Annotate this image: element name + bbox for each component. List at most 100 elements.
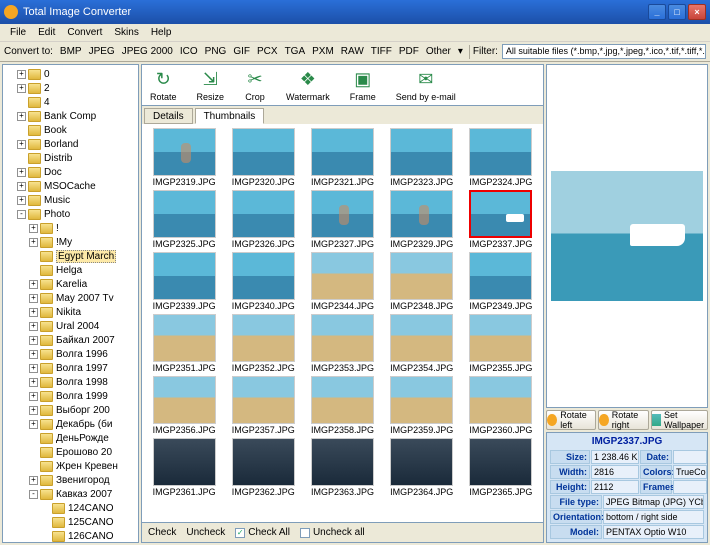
tree-item[interactable]: Helga xyxy=(3,263,138,277)
rotate-tool[interactable]: ↻Rotate xyxy=(150,68,177,102)
expand-icon[interactable]: + xyxy=(29,224,38,233)
tree-item[interactable]: +Borland xyxy=(3,137,138,151)
tree-item[interactable]: -Кавказ 2007 xyxy=(3,487,138,501)
thumbnail[interactable]: IMGP2324.JPG xyxy=(463,128,539,187)
expand-icon[interactable]: + xyxy=(29,378,38,387)
expand-icon[interactable]: + xyxy=(17,112,26,121)
tree-item[interactable]: +Nikita xyxy=(3,305,138,319)
menu-skins[interactable]: Skins xyxy=(108,25,144,40)
menu-edit[interactable]: Edit xyxy=(32,25,61,40)
thumbnail[interactable]: IMGP2319.JPG xyxy=(146,128,222,187)
expand-icon[interactable]: + xyxy=(29,308,38,317)
thumbnail[interactable]: IMGP2337.JPG xyxy=(463,190,539,249)
thumbnail[interactable]: IMGP2351.JPG xyxy=(146,314,222,373)
format-pcx[interactable]: PCX xyxy=(254,44,281,59)
expand-icon[interactable]: + xyxy=(17,168,26,177)
tree-item[interactable]: Жрен Кревен xyxy=(3,459,138,473)
format-ico[interactable]: ICO xyxy=(177,44,201,59)
tree-item[interactable]: +Волга 1997 xyxy=(3,361,138,375)
crop-tool[interactable]: ✂Crop xyxy=(244,68,266,102)
thumbnail[interactable]: IMGP2344.JPG xyxy=(304,252,380,311)
wallpaper-button[interactable]: Set Wallpaper xyxy=(651,410,708,430)
expand-icon[interactable]: + xyxy=(29,280,38,289)
tree-item[interactable]: 124CANO xyxy=(3,501,138,515)
menu-help[interactable]: Help xyxy=(145,25,178,40)
thumbnail[interactable]: IMGP2362.JPG xyxy=(225,438,301,497)
format-pdf[interactable]: PDF xyxy=(396,44,422,59)
expand-icon[interactable]: - xyxy=(29,490,38,499)
format-pxm[interactable]: PXM xyxy=(309,44,337,59)
tree-item[interactable]: +MSOCache xyxy=(3,179,138,193)
folder-tree[interactable]: +0+24+Bank CompBook+BorlandDistrib+Doc+M… xyxy=(2,64,139,543)
checkall-button[interactable]: ✓Check All xyxy=(235,527,290,538)
thumbnail[interactable]: IMGP2326.JPG xyxy=(225,190,301,249)
expand-icon[interactable]: + xyxy=(29,420,38,429)
expand-icon[interactable]: + xyxy=(29,350,38,359)
expand-icon[interactable]: + xyxy=(29,392,38,401)
tree-item[interactable]: +Байкал 2007 xyxy=(3,333,138,347)
format-tiff[interactable]: TIFF xyxy=(368,44,395,59)
thumbnail[interactable]: IMGP2329.JPG xyxy=(384,190,460,249)
tree-item[interactable]: +!My xyxy=(3,235,138,249)
tab-details[interactable]: Details xyxy=(144,108,193,124)
tree-item[interactable]: +Волга 1996 xyxy=(3,347,138,361)
tree-item[interactable]: +! xyxy=(3,221,138,235)
expand-icon[interactable]: + xyxy=(29,336,38,345)
tab-thumbnails[interactable]: Thumbnails xyxy=(195,108,265,124)
thumbnail[interactable]: IMGP2358.JPG xyxy=(304,376,380,435)
tree-item[interactable]: +Doc xyxy=(3,165,138,179)
format-tga[interactable]: TGA xyxy=(282,44,309,59)
frame-tool[interactable]: ▣Frame xyxy=(350,68,376,102)
thumbnail[interactable]: IMGP2360.JPG xyxy=(463,376,539,435)
format-more[interactable]: ▾ xyxy=(455,44,466,59)
minimize-button[interactable]: _ xyxy=(648,4,666,20)
format-other[interactable]: Other xyxy=(423,44,454,59)
thumbnail[interactable]: IMGP2355.JPG xyxy=(463,314,539,373)
tree-item[interactable]: -Photo xyxy=(3,207,138,221)
thumbnail[interactable]: IMGP2356.JPG xyxy=(146,376,222,435)
thumbnail[interactable]: IMGP2354.JPG xyxy=(384,314,460,373)
thumbnail[interactable]: IMGP2363.JPG xyxy=(304,438,380,497)
tree-item[interactable]: Ерошово 20 xyxy=(3,445,138,459)
expand-icon[interactable]: + xyxy=(29,406,38,415)
expand-icon[interactable]: + xyxy=(17,182,26,191)
tree-item[interactable]: +Звенигород xyxy=(3,473,138,487)
thumbnail[interactable]: IMGP2353.JPG xyxy=(304,314,380,373)
tree-item[interactable]: +Декабрь (би xyxy=(3,417,138,431)
tree-item[interactable]: Egypt March xyxy=(3,249,138,263)
tree-item[interactable]: +Karelia xyxy=(3,277,138,291)
expand-icon[interactable]: + xyxy=(29,238,38,247)
thumbnail[interactable]: IMGP2320.JPG xyxy=(225,128,301,187)
tree-item[interactable]: +Bank Comp xyxy=(3,109,138,123)
thumbnail[interactable]: IMGP2352.JPG xyxy=(225,314,301,373)
expand-icon[interactable]: + xyxy=(29,364,38,373)
thumbnail[interactable]: IMGP2348.JPG xyxy=(384,252,460,311)
check-button[interactable]: Check xyxy=(148,527,176,538)
email-tool[interactable]: ✉Send by e-mail xyxy=(396,68,456,102)
menu-file[interactable]: File xyxy=(4,25,32,40)
thumbnail[interactable]: IMGP2325.JPG xyxy=(146,190,222,249)
expand-icon[interactable]: + xyxy=(29,476,38,485)
rotate-right-button[interactable]: Rotate right xyxy=(598,410,648,430)
thumbnail[interactable]: IMGP2340.JPG xyxy=(225,252,301,311)
expand-icon[interactable]: + xyxy=(17,140,26,149)
tree-item[interactable]: ДеньРожде xyxy=(3,431,138,445)
thumbnail[interactable]: IMGP2321.JPG xyxy=(304,128,380,187)
thumbnail[interactable]: IMGP2339.JPG xyxy=(146,252,222,311)
thumbnail[interactable]: IMGP2365.JPG xyxy=(463,438,539,497)
tree-item[interactable]: 4 xyxy=(3,95,138,109)
tree-item[interactable]: Book xyxy=(3,123,138,137)
menu-convert[interactable]: Convert xyxy=(61,25,108,40)
format-jpeg2000[interactable]: JPEG 2000 xyxy=(119,44,176,59)
resize-tool[interactable]: ⇲Resize xyxy=(197,68,225,102)
thumbnail[interactable]: IMGP2357.JPG xyxy=(225,376,301,435)
thumbnail[interactable]: IMGP2359.JPG xyxy=(384,376,460,435)
thumbnail-view[interactable]: IMGP2319.JPGIMGP2320.JPGIMGP2321.JPGIMGP… xyxy=(141,124,544,523)
close-button[interactable]: × xyxy=(688,4,706,20)
tree-item[interactable]: Distrib xyxy=(3,151,138,165)
format-raw[interactable]: RAW xyxy=(338,44,367,59)
format-bmp[interactable]: BMP xyxy=(57,44,85,59)
expand-icon[interactable]: + xyxy=(17,84,26,93)
expand-icon[interactable]: + xyxy=(17,196,26,205)
thumbnail[interactable]: IMGP2323.JPG xyxy=(384,128,460,187)
